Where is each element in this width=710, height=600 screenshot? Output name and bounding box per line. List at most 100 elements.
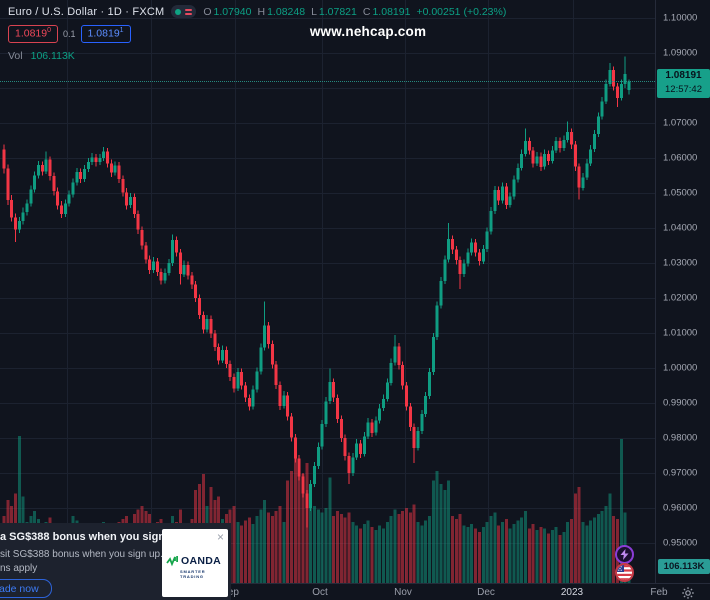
candle-body [133, 197, 136, 214]
volume-bar [390, 516, 393, 583]
candle-body [616, 86, 619, 98]
candle-body [348, 456, 351, 473]
candle-body [489, 211, 492, 231]
candle-body [447, 239, 450, 259]
volume-bar [233, 506, 236, 583]
candle-body [210, 319, 213, 334]
candle-body [604, 84, 607, 102]
price-axis-label: 0.98000 [663, 433, 697, 444]
volume-bar [340, 514, 343, 583]
spread-value: 0.1 [63, 29, 76, 39]
symbol-title[interactable]: Euro / U.S. Dollar · 1D · FXCM [8, 6, 164, 18]
candle-body [198, 298, 201, 315]
volume-bar [585, 525, 588, 583]
volume-bar [447, 481, 450, 583]
candle-body [148, 260, 151, 271]
candle-body [608, 70, 611, 84]
candle-body [240, 372, 243, 385]
time-axis-label: 2023 [552, 587, 592, 598]
candle-body [470, 243, 473, 253]
candle-body [493, 190, 496, 211]
candle-body [555, 141, 558, 150]
candle-body [562, 140, 565, 148]
bid-price-button[interactable]: 1.08190 [8, 25, 58, 43]
price-axis-label: 1.02000 [663, 293, 697, 304]
candle-body [417, 431, 420, 448]
us-flag-icon [617, 565, 632, 580]
candle-body [259, 348, 262, 372]
volume-bar [574, 493, 577, 583]
volume-bar [528, 529, 531, 583]
candles [3, 57, 631, 528]
candle-body [60, 205, 63, 214]
candle-body [474, 243, 477, 253]
candle-body [390, 363, 393, 383]
candle-body [244, 386, 247, 398]
candle-body [91, 157, 94, 162]
candle-body [543, 154, 546, 167]
candle-body [164, 273, 167, 281]
candle-body [624, 74, 627, 84]
candle-body [482, 249, 485, 261]
volume-bar [524, 511, 527, 583]
candle-body [10, 200, 13, 218]
market-flag-button[interactable] [615, 563, 634, 582]
close-value: 1.08191 [372, 6, 410, 18]
axis-settings-gear-icon[interactable] [681, 586, 695, 600]
price-axis-label: 0.95000 [663, 538, 697, 549]
volume-bar [489, 516, 492, 583]
volume-bar [286, 481, 289, 583]
volume-bar [424, 521, 427, 583]
candle-body [18, 221, 21, 230]
price-axis-label: 0.97000 [663, 468, 697, 479]
candle-body [478, 253, 481, 262]
price-axis[interactable]: 1.08191 12:57:42 106.113K 1.100001.09000… [655, 0, 710, 583]
ad-trade-now-button[interactable]: ade now [0, 579, 52, 598]
candlestick-chart-canvas[interactable] [0, 0, 655, 583]
candle-body [443, 260, 446, 282]
candle-body [440, 281, 443, 306]
volume-bar [466, 527, 469, 583]
price-axis-label: 1.06000 [663, 153, 697, 164]
candle-body [455, 250, 458, 261]
trading-chart-window: Euro / U.S. Dollar · 1D · FXCM O1.07940 … [0, 0, 710, 600]
ad-close-icon[interactable]: × [215, 529, 226, 545]
volume-bar [470, 524, 473, 583]
candle-body [367, 422, 370, 436]
candle-body [355, 443, 358, 457]
market-status-toggle[interactable] [171, 5, 196, 18]
candle-body [68, 195, 71, 204]
candle-body [167, 263, 170, 273]
candle-body [236, 372, 239, 388]
volume-bar [271, 516, 274, 583]
volume-bar [413, 505, 416, 583]
candle-body [516, 168, 519, 180]
candle-body [202, 315, 205, 330]
volume-bar [325, 508, 328, 583]
candle-body [190, 275, 193, 284]
boost-lightning-button[interactable] [615, 545, 634, 564]
candle-body [248, 398, 251, 407]
candle-body [501, 187, 504, 201]
candle-body [305, 493, 308, 508]
candle-body [589, 149, 592, 163]
ask-price-button[interactable]: 1.08191 [81, 25, 131, 43]
volume-bar [328, 477, 331, 583]
ad-terms: ns apply [0, 563, 37, 574]
ad-banner: a SG$388 bonus when you sign up. sit SG$… [0, 523, 231, 600]
volume-bar [589, 521, 592, 583]
volume-bar [397, 514, 400, 583]
candle-body [374, 421, 377, 433]
volume-bar [432, 481, 435, 583]
candle-body [497, 190, 500, 201]
price-axis-label: 1.07000 [663, 118, 697, 129]
candle-body [463, 264, 466, 275]
oanda-logo-card[interactable]: OANDA SMARTER TRADING × [162, 529, 228, 597]
candle-body [620, 84, 623, 98]
current-price-badge: 1.08191 12:57:42 [657, 69, 710, 98]
lightning-icon [620, 549, 629, 560]
candle-body [302, 477, 305, 494]
volume-bar [601, 511, 604, 583]
volume-bar [608, 493, 611, 583]
candle-body [213, 334, 216, 347]
